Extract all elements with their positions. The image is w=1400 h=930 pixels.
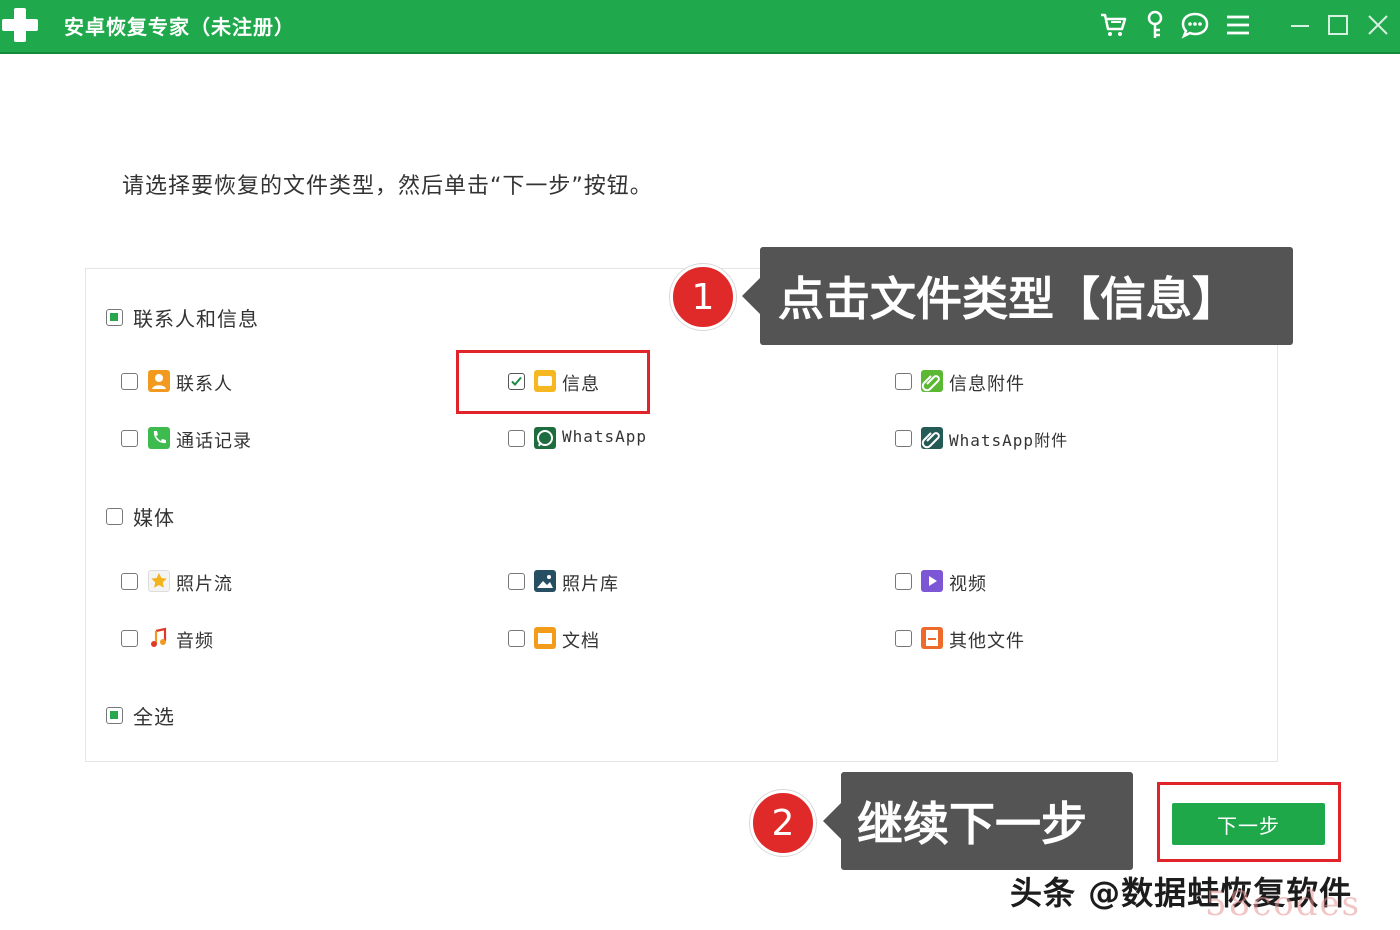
checkbox-message-attachments[interactable] — [895, 373, 912, 390]
label-contacts: 联系人 — [176, 374, 233, 395]
step-badge-2: 2 — [750, 790, 816, 856]
label-photo-library: 照片库 — [562, 574, 619, 595]
checkbox-documents[interactable] — [508, 630, 525, 647]
checkbox-whatsapp[interactable] — [508, 430, 525, 447]
next-button[interactable]: 下一步 — [1172, 803, 1325, 845]
music-icon — [148, 627, 170, 649]
label-audio: 音频 — [176, 631, 214, 652]
label-select-all: 全选 — [133, 705, 175, 729]
app-title: 安卓恢复专家（未注册） — [64, 15, 295, 39]
step-badge-1: 1 — [670, 264, 736, 330]
watermark-site: 58codes — [1205, 884, 1362, 924]
group-label-media: 媒体 — [133, 506, 175, 530]
file-icon — [921, 627, 943, 649]
label-call-log: 通话记录 — [176, 431, 252, 452]
label-whatsapp-attachments: WhatsApp附件 — [949, 431, 1069, 450]
checkbox-whatsapp-attachments[interactable] — [895, 430, 912, 447]
label-whatsapp: WhatsApp — [562, 427, 648, 446]
image-icon — [534, 570, 556, 592]
close-icon[interactable] — [1361, 8, 1395, 42]
key-icon[interactable] — [1138, 8, 1172, 42]
checkbox-call-log[interactable] — [121, 430, 138, 447]
group-checkbox-contacts-messages[interactable] — [106, 309, 123, 326]
menu-icon[interactable] — [1221, 8, 1255, 42]
checkbox-contacts[interactable] — [121, 373, 138, 390]
callout-step-1: 点击文件类型【信息】 — [742, 247, 1293, 345]
video-icon — [921, 570, 943, 592]
contact-icon — [148, 370, 170, 392]
label-documents: 文档 — [562, 631, 600, 652]
checkbox-photo-library[interactable] — [508, 573, 525, 590]
label-photo-stream: 照片流 — [176, 574, 233, 595]
cart-icon[interactable] — [1096, 8, 1130, 42]
label-message-attachments: 信息附件 — [949, 374, 1025, 395]
callout-step-2: 继续下一步 — [823, 772, 1133, 870]
checkbox-select-all[interactable] — [106, 707, 123, 724]
checkbox-other-files[interactable] — [895, 630, 912, 647]
whatsapp-attachment-icon — [921, 427, 943, 449]
group-checkbox-media[interactable] — [106, 508, 123, 525]
chat-icon[interactable] — [1178, 8, 1212, 42]
checkbox-audio[interactable] — [121, 630, 138, 647]
group-label-contacts-messages: 联系人和信息 — [133, 307, 259, 331]
app-logo-plus-icon — [2, 6, 38, 42]
phone-icon — [148, 427, 170, 449]
title-bar: 安卓恢复专家（未注册） — [0, 0, 1400, 54]
whatsapp-icon — [534, 427, 556, 449]
maximize-icon[interactable] — [1321, 8, 1355, 42]
label-other-files: 其他文件 — [949, 631, 1025, 652]
star-icon — [148, 570, 170, 592]
label-video: 视频 — [949, 574, 987, 595]
checkbox-photo-stream[interactable] — [121, 573, 138, 590]
checkbox-video[interactable] — [895, 573, 912, 590]
minimize-icon[interactable] — [1283, 8, 1317, 42]
attachment-icon — [921, 370, 943, 392]
highlight-box-messages — [456, 350, 650, 414]
instruction-text: 请选择要恢复的文件类型，然后单击“下一步”按钮。 — [122, 174, 653, 199]
folder-icon — [534, 627, 556, 649]
